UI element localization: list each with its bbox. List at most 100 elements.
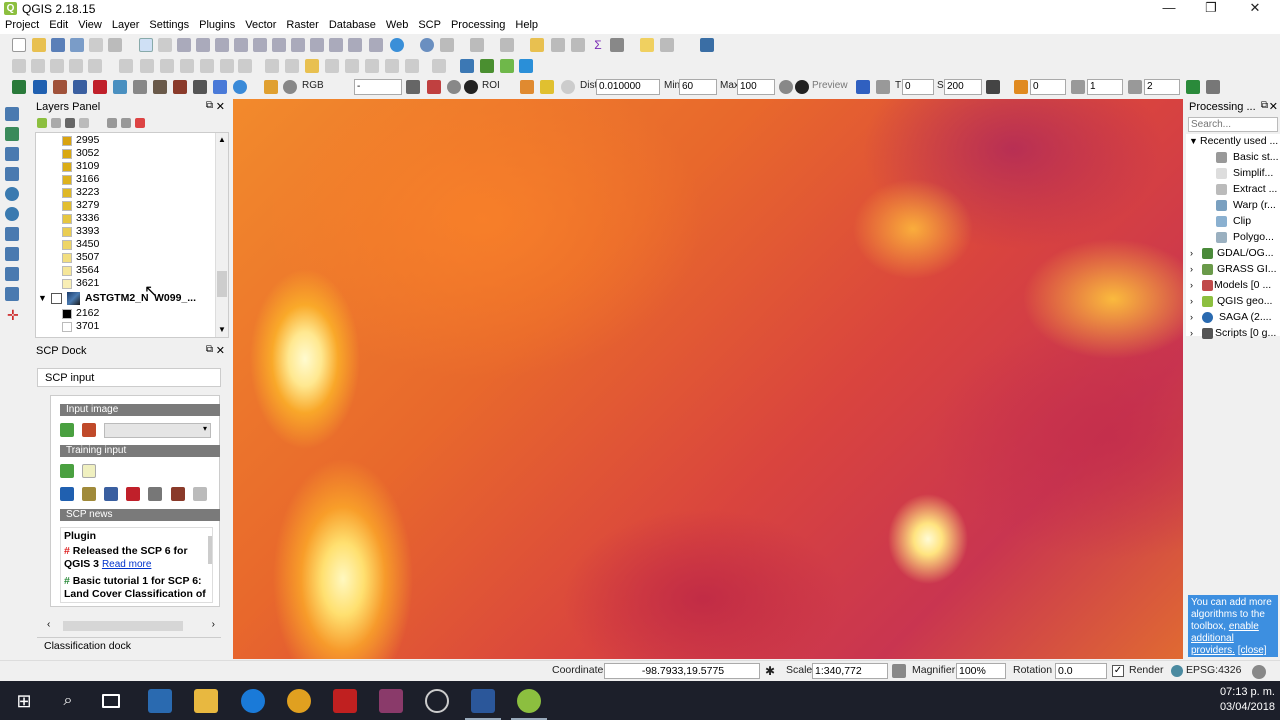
add-roi-icon[interactable] [540, 80, 554, 94]
add-raster-icon[interactable] [5, 127, 19, 141]
new-bookmark-icon[interactable] [329, 38, 343, 52]
zoom-in-icon[interactable] [177, 38, 191, 52]
gear-tool-icon[interactable] [480, 59, 494, 73]
word-icon[interactable] [471, 689, 495, 713]
manage-visibility-icon[interactable] [51, 118, 61, 128]
band-3-icon[interactable] [1128, 80, 1142, 94]
add-group-icon[interactable] [37, 118, 47, 128]
band-5-icon[interactable] [1206, 80, 1220, 94]
add-feature-icon[interactable] [69, 59, 83, 73]
lock-icon[interactable] [892, 664, 906, 678]
add-wms-icon[interactable] [5, 187, 19, 201]
add-wcs-icon[interactable] [5, 227, 19, 241]
add-postgis-icon[interactable] [5, 167, 19, 181]
read-more-link[interactable]: Read more [102, 559, 151, 570]
messages-icon[interactable] [1252, 665, 1266, 679]
roi-arrow-icon[interactable] [427, 80, 441, 94]
highlight-labels-icon[interactable] [305, 59, 319, 73]
max-input[interactable]: 100 [737, 79, 775, 95]
search-icon[interactable]: ⌕ [56, 689, 80, 713]
zoom-full-icon[interactable] [215, 38, 229, 52]
float-panel-icon[interactable]: ⧉ [1261, 100, 1268, 111]
attribute-table-icon[interactable] [551, 38, 565, 52]
band-set-icon[interactable] [12, 80, 26, 94]
save-project-icon[interactable] [51, 38, 65, 52]
band-spin-3[interactable]: 2 [1144, 79, 1180, 95]
show-bookmarks-icon[interactable] [348, 38, 362, 52]
edit-icon[interactable] [12, 59, 26, 73]
print-composer-icon[interactable] [89, 38, 103, 52]
zoom-extent-icon[interactable] [283, 80, 297, 94]
layers-scrollbar[interactable]: ▲ ▼ [215, 133, 228, 337]
show-hide-labels-icon[interactable] [385, 59, 399, 73]
tools-icon[interactable] [173, 80, 187, 94]
pan-map-icon[interactable] [158, 38, 172, 52]
close-panel-icon[interactable]: ✕ [216, 100, 225, 113]
change-label-icon[interactable] [365, 59, 379, 73]
save-edits-icon[interactable] [50, 59, 64, 73]
chevron-right-icon[interactable]: › [1190, 278, 1193, 293]
import-icon[interactable] [60, 487, 74, 501]
s-input[interactable]: 200 [944, 79, 982, 95]
add-delimited-icon[interactable] [5, 247, 19, 261]
zoom-selection-icon[interactable] [253, 38, 267, 52]
windows-start-icon[interactable]: ⊞ [12, 689, 36, 713]
crs-label[interactable]: EPSG:4326 [1186, 664, 1241, 676]
table-icon[interactable] [193, 487, 207, 501]
calc-signature-icon[interactable] [148, 487, 162, 501]
algorithm-search-input[interactable] [1188, 117, 1278, 132]
scatter-plot-icon[interactable] [153, 80, 167, 94]
download-icon[interactable] [33, 80, 47, 94]
scroll-thumb[interactable] [217, 271, 227, 297]
filter-legend-icon[interactable] [65, 118, 75, 128]
system-clock[interactable]: 07:13 p. m. 03/04/2018 [1195, 685, 1275, 715]
float-panel-icon[interactable]: ⧉ [206, 100, 213, 111]
close-note-link[interactable]: [close] [1238, 645, 1267, 656]
expand-all-icon[interactable] [107, 118, 117, 128]
close-button[interactable]: ✕ [1232, 0, 1278, 17]
obs-icon[interactable] [425, 689, 449, 713]
menu-raster[interactable]: Raster [281, 17, 323, 31]
menu-edit[interactable]: Edit [44, 17, 73, 31]
layer-visibility-checkbox[interactable] [51, 293, 62, 304]
node-tool-icon[interactable] [119, 59, 133, 73]
dock-hscrollbar[interactable]: ‹ › [45, 619, 217, 633]
input-image-select[interactable]: ▾ [104, 423, 211, 438]
tab-scp-input[interactable]: SCP input [37, 368, 221, 387]
gps-cross-icon[interactable]: ✛ [7, 308, 21, 323]
zoom-last-icon[interactable] [272, 38, 286, 52]
chevron-right-icon[interactable]: › [1190, 262, 1193, 277]
merge-icon[interactable] [82, 487, 96, 501]
copy-features-icon[interactable] [180, 59, 194, 73]
arrow-icon[interactable] [73, 80, 87, 94]
crs-globe-icon[interactable] [1171, 665, 1183, 677]
select-features-icon[interactable] [470, 38, 484, 52]
zoom-preview-icon[interactable] [779, 80, 793, 94]
label-icon[interactable] [265, 59, 279, 73]
min-input[interactable]: 60 [679, 79, 717, 95]
remove-layer-icon[interactable] [135, 118, 145, 128]
redo-roi-icon[interactable] [561, 80, 575, 94]
band-spin-1[interactable]: 0 [1030, 79, 1066, 95]
scp-tools-icon[interactable] [171, 487, 185, 501]
band-set-input-icon[interactable] [82, 423, 96, 437]
settings-gear-icon[interactable] [213, 80, 227, 94]
collapse-all-icon[interactable] [121, 118, 131, 128]
redo-preview-icon[interactable] [876, 80, 890, 94]
add-vector-icon[interactable] [5, 107, 19, 121]
zoom-next-icon[interactable] [291, 38, 305, 52]
move-feature-icon[interactable] [88, 59, 102, 73]
zoom-image-icon[interactable] [264, 80, 278, 94]
label-settings-icon[interactable] [405, 59, 419, 73]
cut-features-icon[interactable] [160, 59, 174, 73]
task-view-icon[interactable] [102, 694, 120, 708]
tab-classification-dock[interactable]: Classification dock [37, 637, 221, 654]
chevron-right-icon[interactable]: › [1190, 326, 1193, 341]
scp-icon[interactable] [519, 59, 533, 73]
chrome-icon[interactable] [287, 689, 311, 713]
new-layer-icon[interactable] [5, 287, 19, 301]
close-panel-icon[interactable]: ✕ [216, 344, 225, 357]
band-calc-icon[interactable] [113, 80, 127, 94]
edge-icon[interactable] [241, 689, 265, 713]
chevron-right-icon[interactable]: › [1190, 310, 1193, 325]
